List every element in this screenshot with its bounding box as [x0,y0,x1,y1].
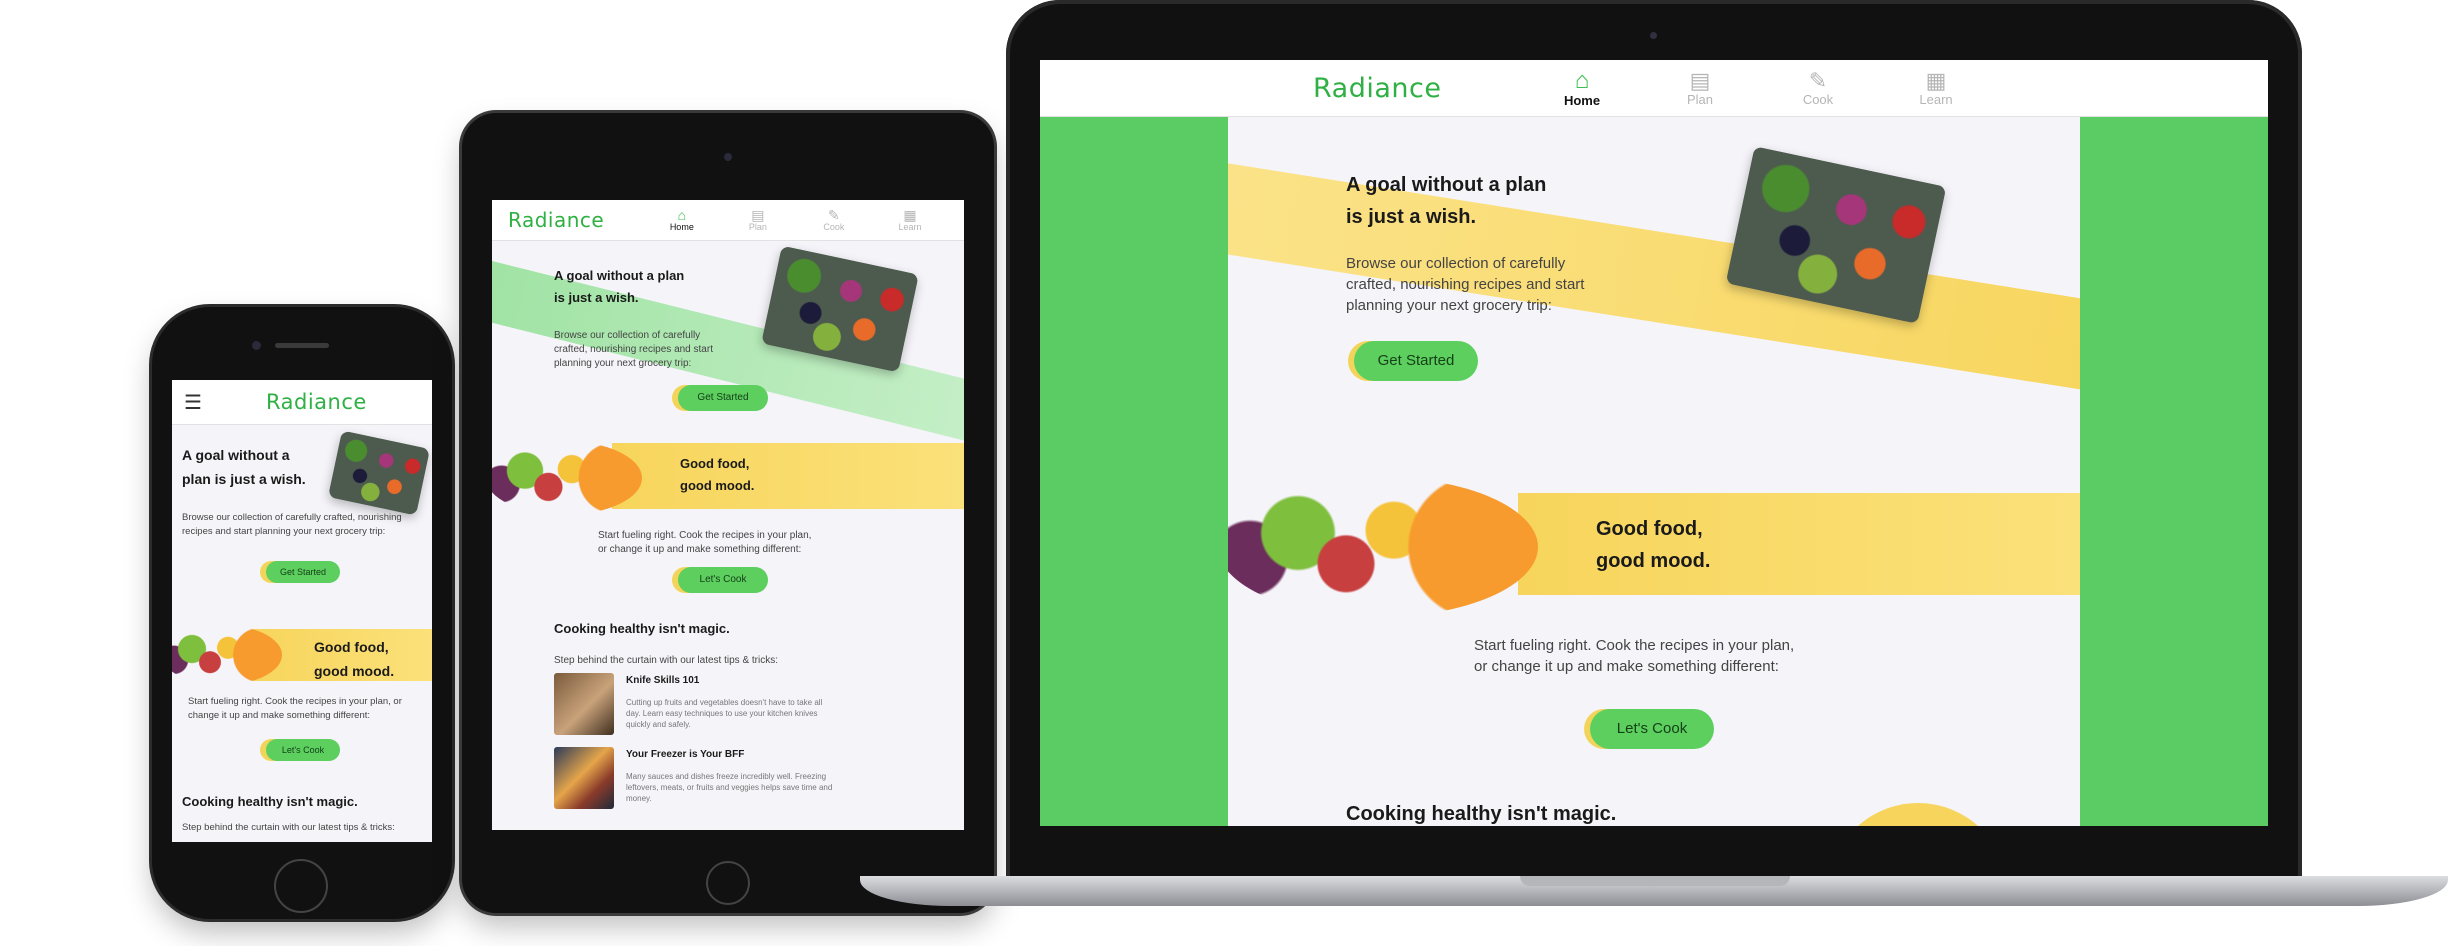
article-text: Cutting up fruits and vegetables doesn't… [626,698,823,729]
book-icon: ▦ [1925,67,1947,93]
phone-speaker [275,343,329,348]
nav-plan[interactable]: ▤ Plan [720,208,796,232]
hero-title: A goal without a plan is just a wish. [554,268,685,305]
nav-learn[interactable]: ▦ Learn [1877,67,1995,107]
fruit-bowl-image [492,441,642,515]
lets-cook-button[interactable]: Let's Cook [1590,709,1714,749]
knife-skills-thumbnail[interactable] [554,673,614,735]
magic-title: Cooking healthy isn't magic. [554,621,730,636]
hero-text: Browse our collection of carefully craft… [554,330,713,369]
clipboard-icon: ▤ [1689,67,1711,93]
magic-intro: Step behind the curtain with our latest … [554,655,778,666]
tablet-mood: Good food, good mood. Start fueling righ… [492,441,964,621]
mood-title: Good food, good mood. [1596,518,1711,572]
freezer-thumbnail[interactable] [554,747,614,809]
nav-home[interactable]: ⌂ Home [1523,66,1641,108]
nav-cook[interactable]: ✎ Cook [1759,67,1877,107]
phone-camera [252,341,261,350]
phone-home-button [274,859,328,913]
phone-hero: A goal without a plan is just a wish. Br… [172,425,432,635]
hero-title: A goal without a plan is just a wish. [1346,174,1547,228]
nav-plan[interactable]: ▤ Plan [1641,67,1759,107]
lets-cook-button[interactable]: Let's Cook [266,739,340,761]
hero-text: Browse our collection of carefully craft… [1346,255,1585,314]
magic-title: Cooking healthy isn't magic. [182,794,358,809]
carrot-icon: ✎ [1808,67,1828,93]
home-icon: ⌂ [677,207,687,223]
nav-home[interactable]: ⌂ Home [644,208,720,232]
laptop-header: Radiance ⌂ Home ▤ Plan ✎ Cook ▦ Learn [1040,60,2268,117]
tablet-header: Radiance ⌂ Home ▤ Plan ✎ Cook ▦ Learn [492,200,964,241]
home-icon: ⌂ [1574,66,1590,94]
hamburger-menu-icon[interactable]: ☰ [184,390,206,415]
mood-text: Start fueling right. Cook the recipes in… [1474,637,1795,675]
book-icon: ▦ [903,207,917,223]
lets-cook-button[interactable]: Let's Cook [678,567,768,593]
mood-text: Start fueling right. Cook the recipes in… [598,530,812,555]
get-started-button[interactable]: Get Started [678,385,768,411]
logo[interactable]: Radiance [508,208,644,232]
magic-title: Cooking healthy isn't magic. [1346,803,1617,825]
phone-mood: Good food, good mood. Start fueling righ… [172,625,432,805]
carrot-icon: ✎ [828,207,840,223]
phone-header: ☰ Radiance [172,380,432,425]
get-started-button[interactable]: Get Started [266,561,340,583]
clipboard-icon: ▤ [751,207,765,223]
article-title[interactable]: Knife Skills 101 [626,675,699,686]
mood-title: Good food, good mood. [314,639,395,679]
hero-text: Browse our collection of carefully craft… [182,512,402,537]
tablet-magic: Cooking healthy isn't magic. Step behind… [492,621,964,830]
laptop-camera [1650,32,1657,39]
tablet-home-button [706,861,750,905]
tablet-hero: A goal without a plan is just a wish. Br… [492,241,964,441]
logo[interactable]: Radiance [266,390,367,414]
article-title[interactable]: Your Freezer is Your BFF [626,749,744,760]
tablet-screen: Radiance ⌂ Home ▤ Plan ✎ Cook ▦ Learn A … [492,200,964,830]
get-started-button[interactable]: Get Started [1354,341,1478,381]
logo[interactable]: Radiance [1313,73,1523,104]
mood-title: Good food, good mood. [680,456,755,493]
mood-band [612,443,964,509]
magic-yellow-circle [1828,803,2008,826]
magic-intro: Step behind the curtain with our latest … [182,822,395,833]
hero-title: A goal without a plan is just a wish. [182,447,306,487]
fruit-bowl-image [1228,477,1538,617]
laptop-hinge-notch [1520,876,1790,886]
article-text: Many sauces and dishes freeze incredibly… [626,772,833,803]
meal-plan-image [327,430,431,516]
mood-text: Start fueling right. Cook the recipes in… [188,696,402,721]
laptop-screen: Radiance ⌂ Home ▤ Plan ✎ Cook ▦ Learn A … [1040,60,2268,826]
phone-screen: ☰ Radiance A goal without a plan is just… [172,380,432,842]
nav-cook[interactable]: ✎ Cook [796,208,872,232]
laptop-content: A goal without a plan is just a wish. Br… [1228,117,2080,826]
nav-learn[interactable]: ▦ Learn [872,208,948,232]
tablet-camera [724,153,732,161]
